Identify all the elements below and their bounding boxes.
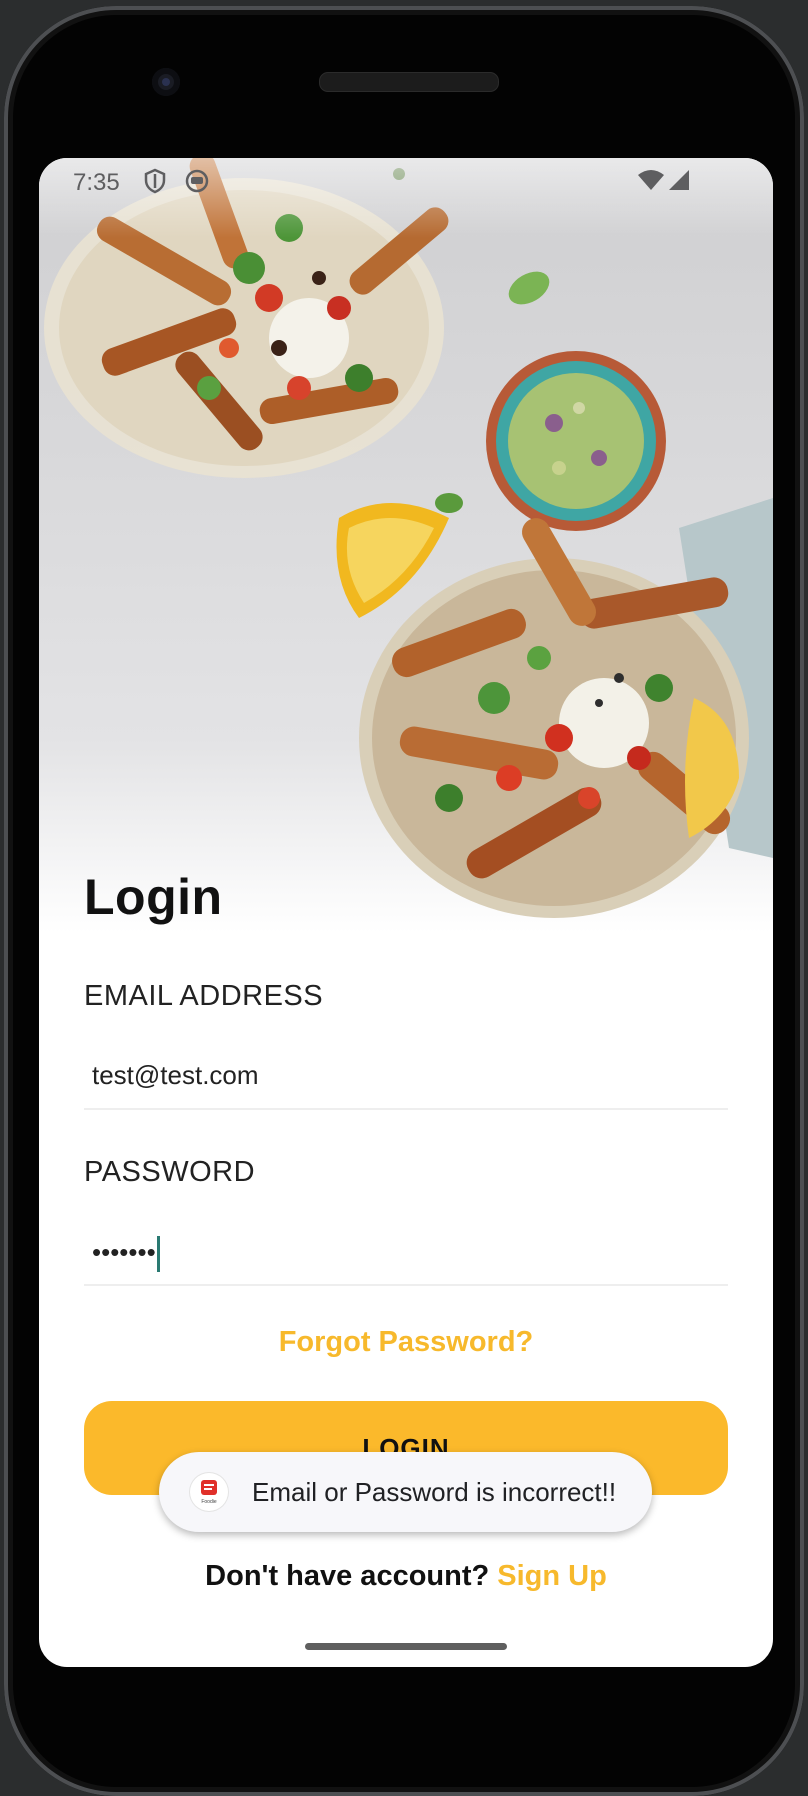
password-value: •••••••: [92, 1236, 156, 1267]
password-value-wrap: •••••••: [92, 1236, 160, 1272]
forgot-password-link[interactable]: Forgot Password?: [39, 1326, 773, 1359]
phone-frame: 7:35 Login EMAIL ADDRESS test@test.com P…: [4, 6, 804, 1796]
error-toast: Foodie Email or Password is incorrect!!: [159, 1452, 652, 1532]
password-field[interactable]: •••••••: [84, 1224, 728, 1286]
status-time: 7:35: [73, 169, 120, 196]
face-mask-icon: [185, 169, 209, 193]
signup-row: Don't have account? Sign Up: [39, 1560, 773, 1593]
foodie-logo-icon: Foodie: [201, 1480, 217, 1505]
sign-up-link[interactable]: Sign Up: [497, 1560, 607, 1592]
toast-message: Email or Password is incorrect!!: [252, 1477, 617, 1507]
earpiece-speaker: [319, 72, 499, 92]
text-caret: [156, 1236, 160, 1272]
no-account-text: Don't have account?: [205, 1560, 490, 1592]
cell-signal-icon: [669, 170, 689, 190]
app-icon-label: Foodie: [201, 1499, 217, 1505]
hero-image: 7:35 Login: [39, 158, 773, 933]
status-bar: 7:35: [39, 158, 773, 204]
email-label: EMAIL ADDRESS: [84, 980, 324, 1012]
email-value: test@test.com: [92, 1060, 259, 1090]
wifi-icon: [638, 170, 664, 190]
gesture-home-bar[interactable]: [305, 1643, 507, 1650]
password-label: PASSWORD: [84, 1156, 256, 1188]
app-screen: 7:35 Login EMAIL ADDRESS test@test.com P…: [39, 158, 773, 1667]
app-icon: Foodie: [190, 1473, 228, 1511]
food-bowls-illustration: [44, 158, 773, 918]
page-title: Login: [84, 869, 223, 925]
email-field[interactable]: test@test.com: [84, 1048, 728, 1110]
front-camera: [152, 68, 180, 96]
shield-icon: [144, 168, 166, 194]
